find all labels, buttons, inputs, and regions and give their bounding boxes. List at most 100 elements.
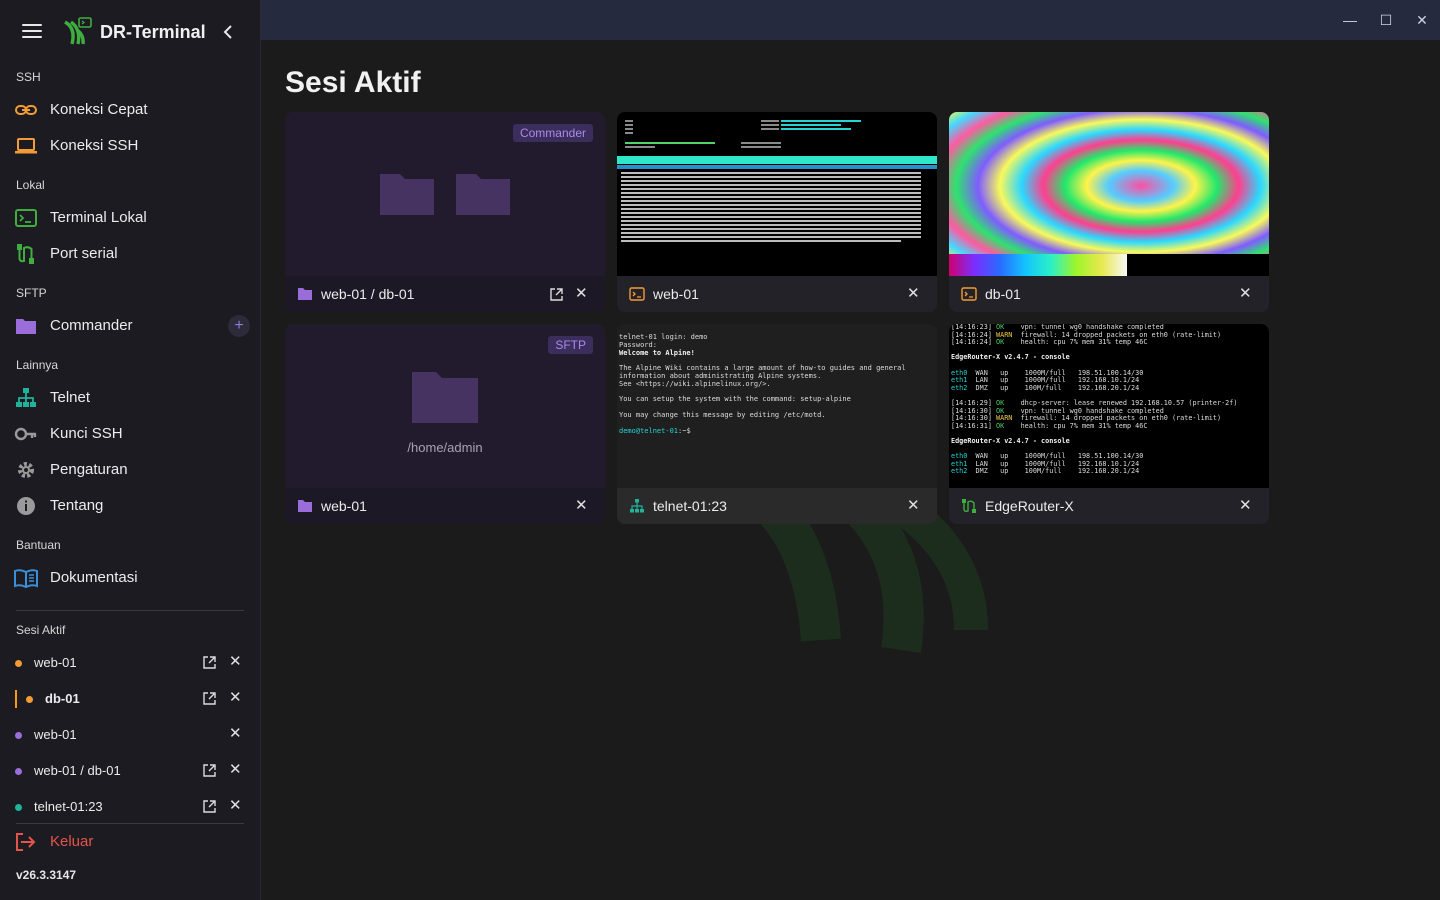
card-footer: EdgeRouter-X ✕	[949, 488, 1269, 524]
card-footer: db-01 ✕	[949, 276, 1269, 312]
session-item-telnet-01[interactable]: telnet-01:23 ✕	[0, 790, 261, 824]
card-preview: Commander	[285, 112, 605, 276]
link-icon	[15, 105, 37, 115]
app-logo-icon	[64, 17, 92, 45]
close-icon[interactable]: ✕	[907, 497, 920, 515]
open-external-icon[interactable]	[203, 692, 216, 705]
collapse-sidebar-icon[interactable]	[220, 23, 238, 41]
logout-label: Keluar	[50, 833, 94, 850]
serial-cable-icon	[962, 499, 976, 513]
nav-dokumentasi[interactable]: Dokumentasi	[0, 560, 261, 596]
section-lainnya-label: Lainnya	[16, 358, 59, 372]
sidebar-divider	[16, 823, 244, 824]
session-card-sftp-web-01[interactable]: SFTP /home/admin web-01 ✕	[285, 324, 605, 524]
status-dot	[15, 660, 22, 667]
nav-label: Kunci SSH	[50, 425, 123, 442]
hamburger-menu-icon[interactable]	[22, 24, 42, 40]
sidebar: DR-Terminal SSH Koneksi Cepat Koneksi SS…	[0, 0, 261, 900]
session-item-web-01-db-01[interactable]: web-01 / db-01 ✕	[0, 754, 261, 788]
open-external-icon[interactable]	[203, 656, 216, 669]
card-label: db-01	[985, 286, 1021, 302]
session-card-web-01[interactable]: web-01 ✕	[617, 112, 937, 312]
brand-header: DR-Terminal	[0, 14, 261, 50]
folder-icon	[412, 372, 478, 423]
status-dot	[26, 696, 33, 703]
nav-label: Dokumentasi	[50, 569, 138, 586]
close-icon[interactable]: ✕	[229, 726, 242, 742]
terminal-output: [14:16:23] OK vpn: tunnel wg0 handshake …	[951, 324, 1238, 476]
nav-label: Tentang	[50, 497, 104, 514]
nav-kunci-ssh[interactable]: Kunci SSH	[0, 416, 261, 452]
close-icon[interactable]: ✕	[229, 654, 242, 670]
card-label: web-01	[321, 498, 367, 514]
add-commander-button[interactable]: +	[228, 315, 250, 337]
section-sftp-label: SFTP	[16, 286, 47, 300]
session-item-db-01[interactable]: db-01 ✕	[0, 682, 261, 716]
card-tag: Commander	[512, 124, 593, 142]
session-card-db-01[interactable]: db-01 ✕	[949, 112, 1269, 312]
minimize-icon[interactable]: —	[1340, 10, 1360, 30]
session-label: web-01	[34, 727, 77, 742]
terminal-icon	[629, 287, 645, 301]
card-label: telnet-01:23	[653, 498, 727, 514]
close-icon[interactable]: ✕	[575, 497, 588, 515]
status-dot	[15, 732, 22, 739]
folder-icon	[456, 174, 510, 215]
nav-label: Pengaturan	[50, 461, 128, 478]
close-icon[interactable]: ✕	[907, 285, 920, 303]
network-icon	[630, 499, 644, 513]
session-item-web-01[interactable]: web-01 ✕	[0, 646, 261, 680]
session-label: db-01	[45, 691, 80, 706]
close-icon[interactable]: ✕	[575, 285, 588, 303]
nav-koneksi-ssh[interactable]: Koneksi SSH	[0, 128, 261, 164]
network-icon	[16, 388, 36, 407]
sidebar-divider	[16, 610, 244, 611]
section-sesi-aktif-label: Sesi Aktif	[16, 623, 66, 637]
folder-icon	[16, 319, 36, 334]
nav-telnet[interactable]: Telnet	[0, 380, 261, 416]
card-footer: web-01 / db-01 ✕	[285, 276, 605, 312]
terminal-icon	[15, 209, 37, 227]
card-footer: telnet-01:23 ✕	[617, 488, 937, 524]
close-icon[interactable]: ✕	[1239, 285, 1252, 303]
nav-koneksi-cepat[interactable]: Koneksi Cepat	[0, 92, 261, 128]
session-card-edgerouter[interactable]: [14:16:23] OK vpn: tunnel wg0 handshake …	[949, 324, 1269, 524]
serial-cable-icon	[17, 244, 34, 264]
section-ssh-label: SSH	[16, 70, 41, 84]
logout-button[interactable]: Keluar	[0, 825, 261, 859]
close-icon[interactable]: ✕	[229, 798, 242, 814]
app-title: DR-Terminal	[100, 22, 206, 42]
nav-pengaturan[interactable]: Pengaturan	[0, 452, 261, 488]
close-icon[interactable]: ✕	[229, 762, 242, 778]
close-icon[interactable]: ✕	[229, 690, 242, 706]
window-close-icon[interactable]: ✕	[1412, 10, 1432, 30]
session-card-telnet-01[interactable]: telnet-01 login: demo Password: Welcome …	[617, 324, 937, 524]
close-icon[interactable]: ✕	[1239, 497, 1252, 515]
card-footer: web-01 ✕	[285, 488, 605, 524]
card-preview: SFTP /home/admin	[285, 324, 605, 488]
open-external-icon[interactable]	[203, 800, 216, 813]
open-external-icon[interactable]	[203, 764, 216, 777]
status-dot	[15, 804, 22, 811]
card-footer: web-01 ✕	[617, 276, 937, 312]
open-external-icon[interactable]	[550, 288, 563, 301]
terminal-icon	[961, 287, 977, 301]
nav-port-serial[interactable]: Port serial	[0, 236, 261, 272]
info-icon	[17, 497, 35, 515]
session-label: web-01	[34, 655, 77, 670]
session-card-commander[interactable]: Commander web-01 / db-01 ✕	[285, 112, 605, 312]
session-item-web-01-sftp[interactable]: web-01 ✕	[0, 718, 261, 752]
nav-terminal-lokal[interactable]: Terminal Lokal	[0, 200, 261, 236]
window-titlebar: — ☐ ✕	[261, 0, 1440, 40]
terminal-blank-area	[1127, 254, 1269, 276]
maximize-icon[interactable]: ☐	[1376, 10, 1396, 30]
card-label: web-01 / db-01	[321, 286, 415, 302]
terminal-preview-plasma	[949, 112, 1269, 276]
nav-commander[interactable]: Commander +	[0, 308, 261, 344]
logout-icon	[16, 833, 36, 851]
active-indicator	[15, 690, 17, 708]
nav-tentang[interactable]: Tentang	[0, 488, 261, 524]
nav-label: Commander	[50, 317, 133, 334]
card-tag: SFTP	[548, 336, 593, 354]
page-title: Sesi Aktif	[285, 66, 421, 99]
